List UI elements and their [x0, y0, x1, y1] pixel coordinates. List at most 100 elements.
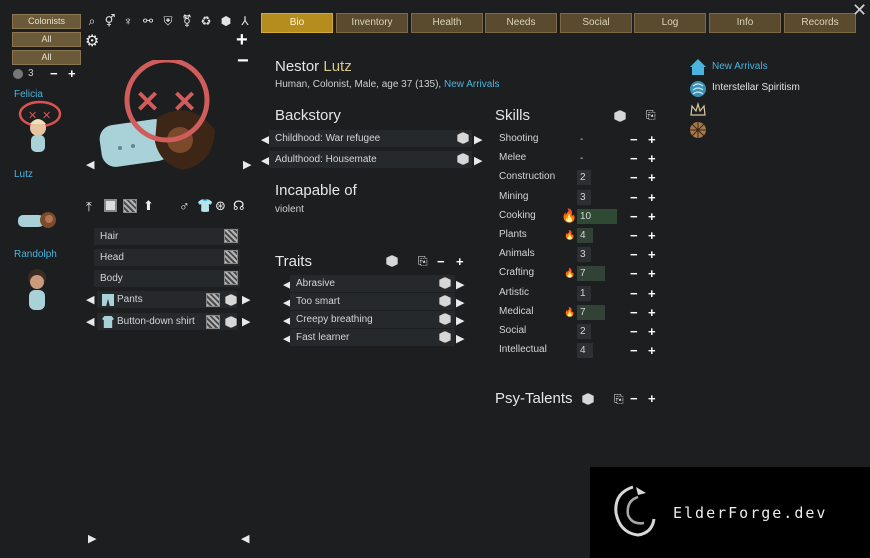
- close-icon[interactable]: ✕: [852, 0, 867, 21]
- skill-increase-button[interactable]: +: [648, 191, 656, 204]
- skill-decrease-button[interactable]: −: [630, 191, 638, 204]
- colonist-remove-button[interactable]: −: [50, 66, 58, 81]
- passion-major-icon[interactable]: 🔥: [561, 209, 577, 222]
- skill-decrease-button[interactable]: −: [630, 248, 638, 261]
- save-icon[interactable]: [104, 199, 117, 212]
- export-icon[interactable]: ⤒: [86, 199, 92, 215]
- trait-next-icon[interactable]: ▶: [456, 314, 464, 328]
- settings-gear-icon[interactable]: ⚙: [85, 31, 99, 51]
- skill-decrease-button[interactable]: −: [630, 287, 638, 300]
- psy-remove-button[interactable]: −: [630, 392, 638, 405]
- wings-icon[interactable]: ♆: [121, 14, 135, 28]
- appearance-row-head[interactable]: Head: [94, 249, 240, 266]
- skill-level-bar[interactable]: 10: [577, 209, 617, 224]
- skill-increase-button[interactable]: +: [648, 210, 656, 223]
- trait-next-icon[interactable]: ▶: [456, 296, 464, 310]
- pawn-faction-link[interactable]: New Arrivals: [444, 79, 500, 90]
- ideo-name[interactable]: Interstellar Spiritism: [712, 82, 800, 93]
- psy-random-icon[interactable]: [582, 393, 594, 405]
- skill-decrease-button[interactable]: −: [630, 210, 638, 223]
- passion-minor-icon[interactable]: 🔥: [564, 306, 575, 318]
- skill-decrease-button[interactable]: −: [630, 229, 638, 242]
- shirt-icon[interactable]: 👕: [197, 198, 213, 214]
- skill-level-bar[interactable]: 7: [577, 305, 605, 320]
- hair-randomize-icon[interactable]: [224, 229, 238, 243]
- zoom-out-button[interactable]: −: [237, 50, 249, 73]
- colonist-filter-all-2[interactable]: All: [12, 50, 81, 65]
- colonist-name-lutz[interactable]: Lutz: [14, 169, 33, 180]
- tab-records[interactable]: Records: [784, 13, 856, 33]
- passion-minor-icon[interactable]: 🔥: [564, 229, 575, 241]
- randomize-appearance-icon[interactable]: [123, 199, 137, 213]
- adulthood-row[interactable]: Adulthood: Housemate: [269, 151, 472, 168]
- colonist-filter-all-1[interactable]: All: [12, 32, 81, 47]
- shirt-style-icon[interactable]: [206, 315, 220, 329]
- appearance-row-hair[interactable]: Hair: [94, 228, 240, 245]
- skill-increase-button[interactable]: +: [648, 325, 656, 338]
- apparel-shirt-next-icon[interactable]: ▶: [242, 315, 250, 329]
- head-randomize-icon[interactable]: [224, 250, 238, 264]
- trait-row[interactable]: Abrasive: [290, 275, 455, 292]
- cube-icon[interactable]: ⬢: [219, 14, 233, 28]
- skill-increase-button[interactable]: +: [648, 267, 656, 280]
- tab-needs[interactable]: Needs: [485, 13, 557, 33]
- colonist-scroll-right-icon[interactable]: ▶: [88, 532, 96, 546]
- skill-level-bar[interactable]: 3: [577, 247, 591, 262]
- colonist-add-button[interactable]: +: [68, 66, 76, 81]
- passion-minor-icon[interactable]: 🔥: [564, 267, 575, 279]
- trait-row[interactable]: Too smart: [290, 293, 455, 310]
- skill-level-bar[interactable]: -: [577, 132, 591, 147]
- recycle-icon[interactable]: ♻: [199, 14, 213, 28]
- trait-row[interactable]: Creepy breathing: [290, 311, 455, 328]
- colonist-portrait-randolph[interactable]: [20, 262, 54, 314]
- skill-decrease-button[interactable]: −: [630, 267, 638, 280]
- traits-add-button[interactable]: +: [456, 255, 464, 268]
- colonist-portrait-felicia[interactable]: ✕ ✕: [18, 100, 62, 155]
- people-filter-icon[interactable]: ⚥: [103, 14, 117, 28]
- skill-decrease-button[interactable]: −: [630, 306, 638, 319]
- zoom-in-button[interactable]: +: [236, 29, 248, 52]
- skill-decrease-button[interactable]: −: [630, 344, 638, 357]
- pants-style-icon[interactable]: [206, 293, 220, 307]
- skills-copy-icon[interactable]: ⎘: [646, 108, 656, 123]
- tab-info[interactable]: Info: [709, 13, 781, 33]
- skill-increase-button[interactable]: +: [648, 152, 656, 165]
- skill-increase-button[interactable]: +: [648, 344, 656, 357]
- apparel-pants-next-icon[interactable]: ▶: [242, 293, 250, 307]
- skill-increase-button[interactable]: +: [648, 287, 656, 300]
- genes-icon[interactable]: ⚯: [141, 14, 155, 28]
- skill-level-bar[interactable]: 3: [577, 190, 591, 205]
- psy-add-button[interactable]: +: [648, 392, 656, 405]
- headphones-icon[interactable]: ☊: [233, 198, 245, 214]
- style-icon[interactable]: ⬆: [143, 198, 154, 214]
- skill-increase-button[interactable]: +: [648, 306, 656, 319]
- tab-log[interactable]: Log: [634, 13, 706, 33]
- colonist-filter-colonists[interactable]: Colonists: [12, 14, 81, 29]
- skill-level-bar[interactable]: 4: [577, 343, 593, 358]
- apparel-shirt-prev-icon[interactable]: ◀: [86, 315, 94, 329]
- tab-bio[interactable]: Bio: [261, 13, 333, 33]
- skill-decrease-button[interactable]: −: [630, 171, 638, 184]
- shield-icon[interactable]: ⛨: [161, 14, 175, 28]
- traits-remove-button[interactable]: −: [437, 255, 445, 268]
- skill-level-bar[interactable]: 4: [577, 228, 593, 243]
- tab-inventory[interactable]: Inventory: [336, 13, 408, 33]
- appearance-row-body[interactable]: Body: [94, 270, 240, 287]
- body-randomize-icon[interactable]: [224, 271, 238, 285]
- traits-random-icon[interactable]: [386, 255, 398, 267]
- colonist-scroll-left-icon[interactable]: ◀: [241, 532, 249, 546]
- portrait-next-icon[interactable]: ▶: [243, 158, 251, 172]
- gender-icon[interactable]: ⚧: [180, 14, 194, 28]
- skill-increase-button[interactable]: +: [648, 248, 656, 261]
- skill-level-bar[interactable]: -: [577, 151, 591, 166]
- skills-random-icon[interactable]: [614, 110, 626, 122]
- skill-decrease-button[interactable]: −: [630, 152, 638, 165]
- traits-copy-icon[interactable]: ⎘: [418, 254, 428, 269]
- colonist-portrait-lutz[interactable]: [16, 205, 60, 233]
- skill-increase-button[interactable]: +: [648, 229, 656, 242]
- skill-level-bar[interactable]: 2: [577, 324, 591, 339]
- search-icon[interactable]: ⌕: [85, 14, 99, 28]
- apparel-pants-prev-icon[interactable]: ◀: [86, 293, 94, 307]
- trait-next-icon[interactable]: ▶: [456, 278, 464, 292]
- portrait-prev-icon[interactable]: ◀: [86, 158, 94, 172]
